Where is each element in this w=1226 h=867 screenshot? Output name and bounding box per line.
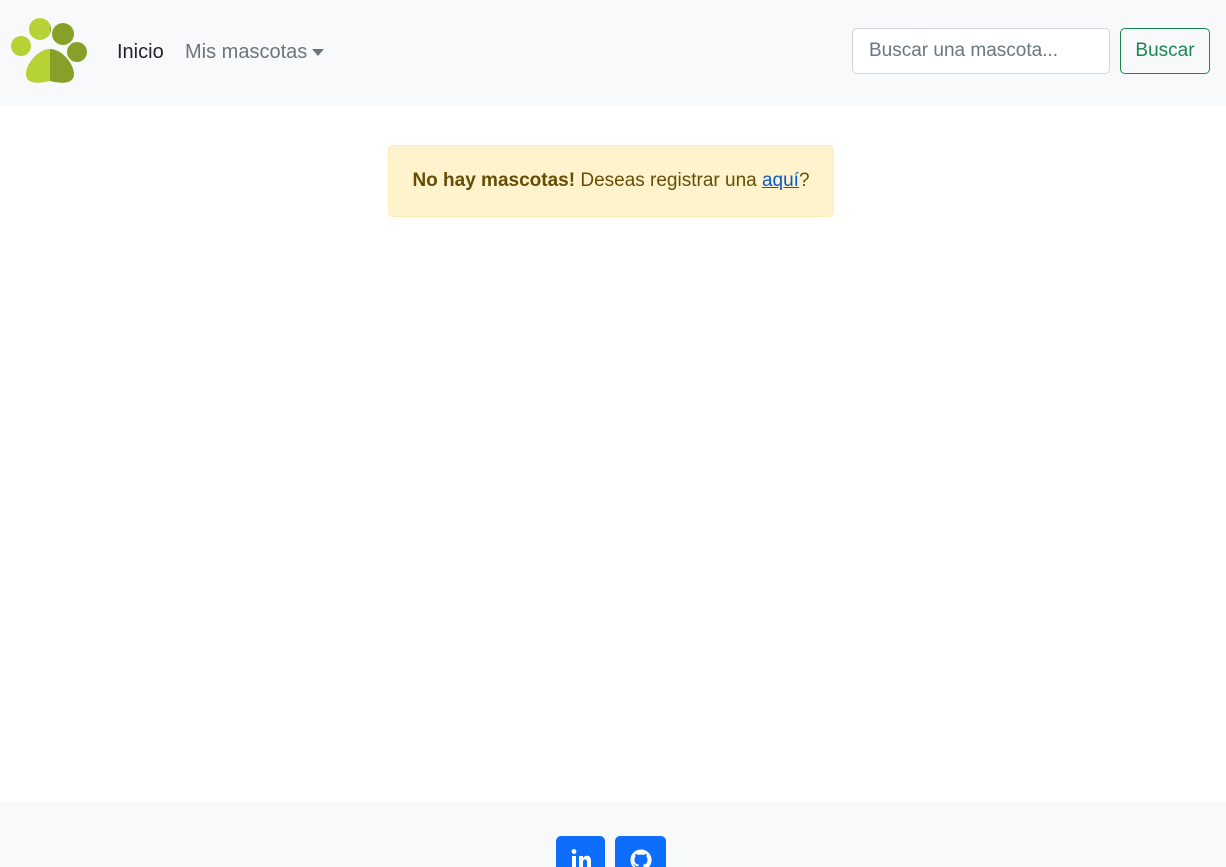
- github-button[interactable]: [615, 836, 666, 867]
- nav-home-link[interactable]: Inicio: [117, 40, 164, 64]
- linkedin-button[interactable]: [556, 836, 605, 867]
- register-pet-link[interactable]: aquí: [762, 170, 799, 191]
- navbar: Inicio Mis mascotas Buscar: [0, 0, 1226, 105]
- search-button[interactable]: Buscar: [1120, 28, 1210, 74]
- search-input[interactable]: [852, 28, 1110, 74]
- nav-pets-label: Mis mascotas: [185, 41, 308, 63]
- alert-strong-text: No hay mascotas!: [412, 170, 576, 191]
- github-icon: [629, 848, 653, 867]
- linkedin-icon: [570, 848, 592, 867]
- footer: [0, 801, 1226, 867]
- no-pets-alert: No hay mascotas! Deseas registrar una aq…: [388, 145, 834, 217]
- alert-message-text: Deseas registrar una: [575, 170, 762, 191]
- caret-down-icon: [312, 49, 325, 56]
- paw-logo-icon[interactable]: [10, 16, 90, 86]
- alert-trailing-text: ?: [798, 170, 810, 191]
- nav-pets-dropdown[interactable]: Mis mascotas: [185, 40, 325, 64]
